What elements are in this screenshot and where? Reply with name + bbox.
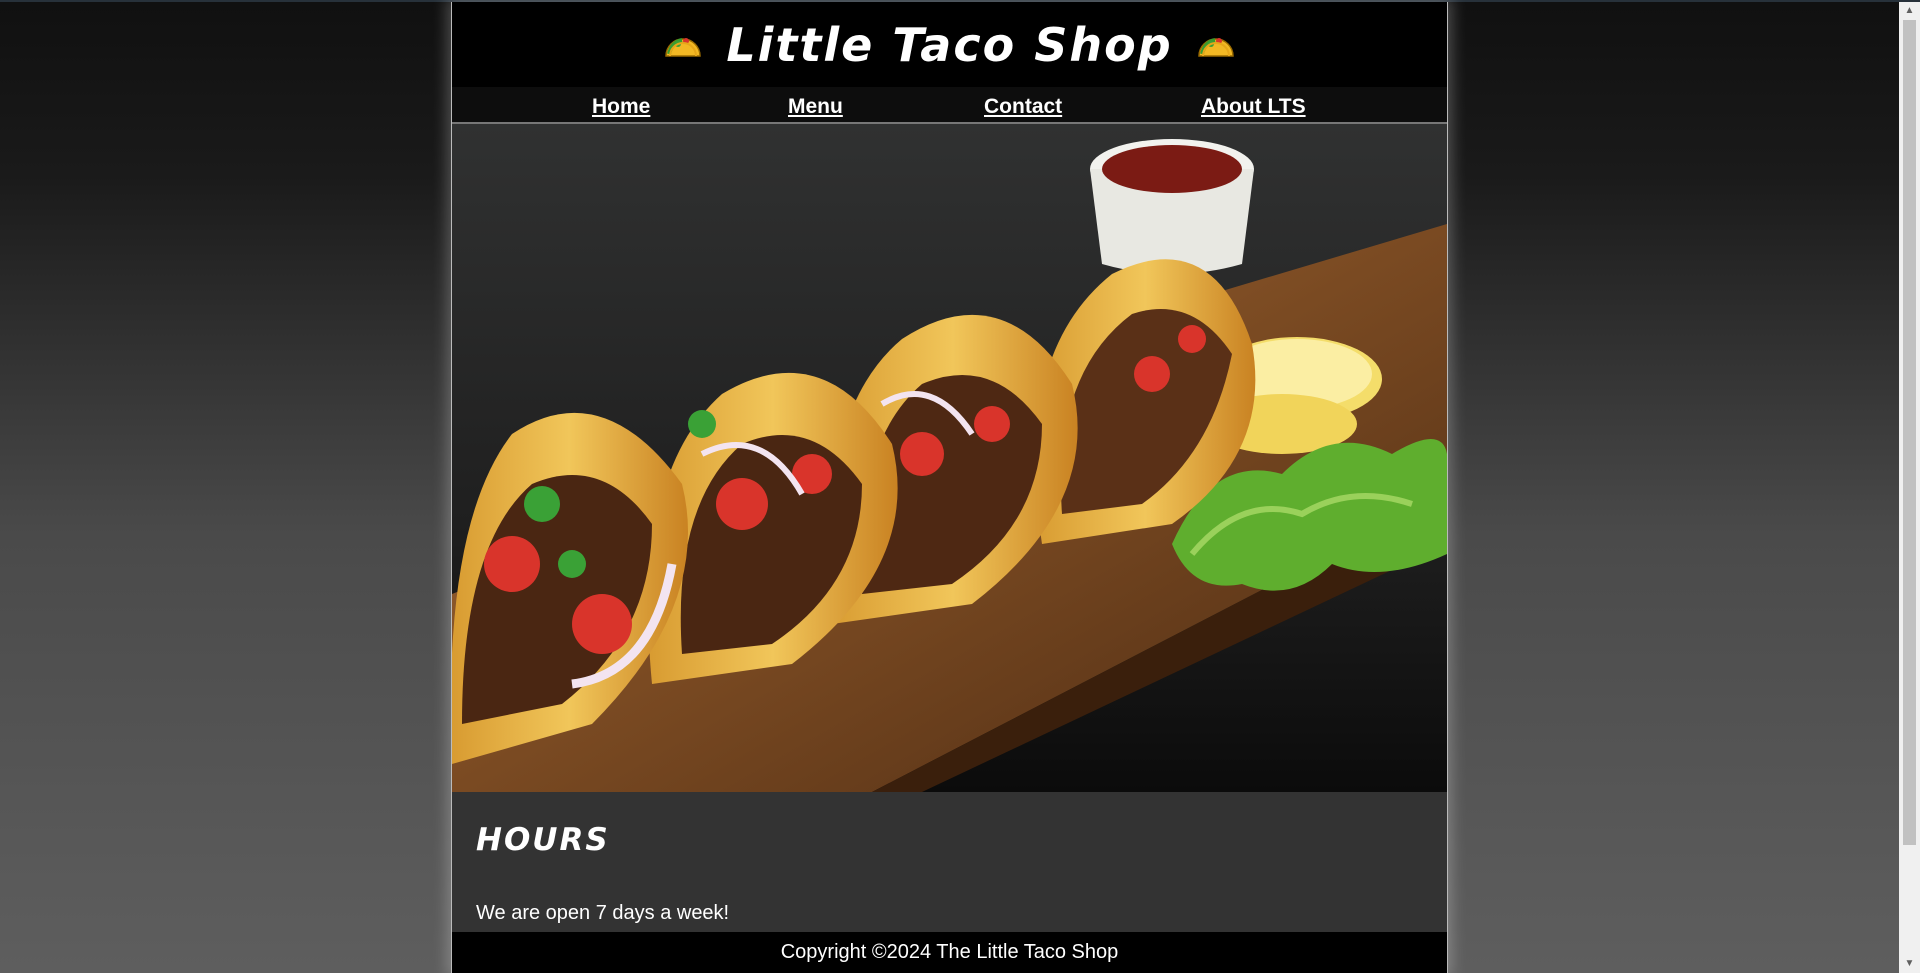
- nav-about-link[interactable]: About LTS: [1201, 95, 1306, 119]
- nav-home-link[interactable]: Home: [592, 95, 650, 119]
- main-nav: Home Menu Contact About LTS: [452, 87, 1447, 124]
- hero-image: [452, 124, 1447, 792]
- site-header: Little Taco Shop: [452, 2, 1447, 87]
- scroll-down-arrow-icon[interactable]: ▼: [1899, 955, 1920, 973]
- site-footer: Copyright ©2024 The Little Taco Shop: [452, 932, 1447, 973]
- site-title: Little Taco Shop: [726, 17, 1173, 72]
- tacos-photo-illustration: [452, 124, 1447, 792]
- hours-heading: HOURS: [476, 822, 610, 858]
- page-container: Little Taco Shop Home Menu Contact About…: [451, 2, 1448, 973]
- taco-icon: [665, 37, 702, 57]
- vertical-scrollbar[interactable]: ▲ ▼: [1899, 2, 1920, 973]
- hours-section: HOURS We are open 7 days a week!: [452, 792, 1447, 932]
- nav-contact-link[interactable]: Contact: [984, 95, 1062, 119]
- nav-menu-link[interactable]: Menu: [788, 95, 843, 119]
- taco-icon: [1197, 37, 1234, 57]
- hours-text: We are open 7 days a week!: [476, 902, 730, 924]
- scrollbar-thumb[interactable]: [1903, 20, 1916, 845]
- copyright-text: Copyright ©2024 The Little Taco Shop: [780, 941, 1119, 963]
- scroll-up-arrow-icon[interactable]: ▲: [1899, 2, 1920, 20]
